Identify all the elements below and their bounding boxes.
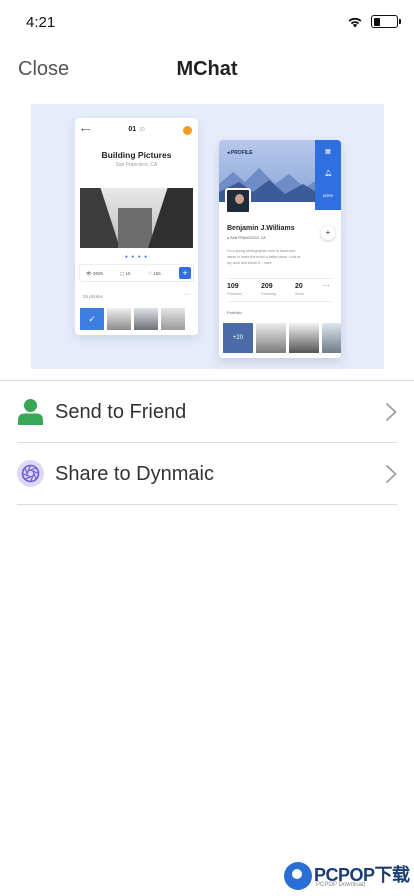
preview-profile-card: ◂ PROFILE ▦ 🔔︎ MORE Benjamin J.Williams … — [219, 140, 341, 358]
carousel-dots-icon: ● ● ● ● — [124, 254, 149, 260]
views-count: 👁 3605 — [86, 271, 103, 276]
card-top-bar: ⟵ 01 20 — [81, 126, 192, 136]
person-icon — [18, 399, 43, 425]
page-total: 20 — [139, 127, 145, 133]
battery-icon — [371, 15, 401, 28]
profile-stats: 109 Followers 209 Following 20 Shots ··· — [227, 278, 333, 302]
thumbnail — [161, 308, 185, 330]
nav-bar: Close MChat — [0, 44, 414, 96]
follow-plus-icon: + — [321, 226, 335, 240]
page-counter: 01 20 — [81, 126, 192, 133]
status-bar: 4:21 — [0, 0, 414, 44]
bell-icon: 🔔︎ — [324, 171, 332, 177]
share-options-list: Send to Friend Share to Dynmaic — [0, 381, 414, 505]
shots-stat: 20 Shots — [295, 283, 304, 296]
card-subtitle: San Francisco, CA — [115, 162, 158, 168]
preview-building-card: ⟵ 01 20 Building Pictures San Francisco, … — [75, 118, 198, 335]
thumbnail — [289, 323, 319, 353]
comments-count: ▢ 16 — [120, 271, 131, 276]
battery-level — [373, 17, 381, 26]
thumbnail — [134, 308, 158, 330]
card-title: Building Pictures — [101, 150, 172, 160]
followers-stat: 109 Followers — [227, 283, 242, 296]
share-to-dynamic-label: Share to Dynmaic — [55, 463, 214, 485]
stats-bar: 👁 3605 ▢ 16 ♡ 156 + — [79, 264, 194, 282]
grid-icon: ▦ — [325, 149, 331, 155]
more-icon: ··· — [323, 283, 330, 290]
profile-location: ● SAN FRANCISCO, CA — [227, 236, 266, 240]
share-preview-image: ⟵ 01 20 Building Pictures San Francisco, … — [31, 104, 384, 369]
avatar — [225, 188, 251, 214]
send-to-friend-row[interactable]: Send to Friend — [17, 381, 397, 443]
likes-count: ♡ 156 — [148, 271, 161, 276]
share-to-dynamic-row[interactable]: Share to Dynmaic — [17, 443, 397, 505]
thumbnail — [322, 323, 341, 353]
app-badge-icon — [183, 126, 192, 135]
plus-icon: + — [179, 267, 191, 279]
more-label-icon: MORE — [322, 194, 334, 198]
more-photos-thumbnail: +20 — [223, 323, 253, 353]
thumbnail — [256, 323, 286, 353]
page-current: 01 — [128, 126, 137, 133]
building-photo — [80, 188, 193, 248]
photos-label: 25 photos — [83, 294, 103, 299]
profile-header-label: ◂ PROFILE — [227, 150, 253, 156]
shutter-icon — [17, 460, 44, 487]
thumbnail-selected: ✓ — [80, 308, 104, 330]
pcpop-logo-icon — [284, 862, 312, 890]
portfolio-label: Portfolio — [227, 310, 242, 315]
watermark: PCPOP下载 PCPOP Download — [284, 860, 412, 892]
send-to-friend-label: Send to Friend — [55, 401, 187, 423]
wifi-icon — [348, 17, 362, 27]
thumbnail — [107, 308, 131, 330]
status-icons — [347, 15, 401, 28]
more-icon: ··· — [183, 291, 190, 298]
chevron-right-icon — [385, 402, 397, 422]
page-title: MChat — [176, 58, 238, 80]
profile-name: Benjamin J.Williams — [227, 225, 295, 232]
portfolio-thumbnails: +20 — [223, 323, 341, 353]
following-stat: 209 Following — [261, 283, 276, 296]
profile-bio: I'm a young photographer, love to travel… — [227, 249, 301, 265]
chevron-right-icon — [385, 464, 397, 484]
watermark-sub: PCPOP Download — [316, 882, 366, 888]
photo-thumbnails: ✓ — [80, 308, 185, 330]
side-menu: ▦ 🔔︎ MORE — [315, 140, 341, 210]
status-time: 4:21 — [26, 14, 56, 31]
